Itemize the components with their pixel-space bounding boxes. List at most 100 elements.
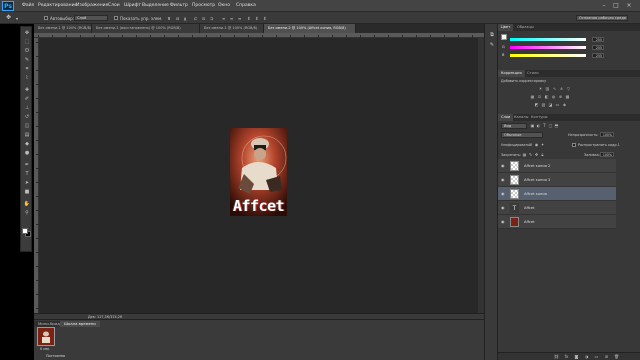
filter-shape-icon[interactable]: ▢ — [548, 123, 553, 128]
add-mask-icon[interactable]: ◙ — [574, 354, 579, 359]
maximize-icon[interactable]: □ — [612, 2, 620, 9]
menu-filter[interactable]: Фильтр — [170, 3, 188, 8]
tab-styles[interactable]: Стили — [524, 70, 542, 77]
green-value[interactable]: 255 — [592, 45, 604, 50]
menu-help[interactable]: Справка — [236, 3, 256, 8]
selective-color-icon[interactable]: ◈ — [562, 102, 567, 107]
minimize-icon[interactable]: – — [600, 2, 608, 9]
align-bottom-icon[interactable]: ⫫ — [184, 16, 186, 21]
visibility-eye-icon[interactable]: ◉ — [501, 191, 505, 196]
distribute-top-icon[interactable]: ≡ — [222, 16, 225, 21]
layer-kind-filter[interactable]: Вид — [501, 123, 527, 129]
shape-icon[interactable]: ■ — [23, 189, 31, 195]
unify-visibility-icon[interactable]: ◉ — [534, 142, 539, 147]
hue-saturation-icon[interactable]: ▦ — [530, 94, 535, 99]
eyedropper-icon[interactable]: ⌇ — [23, 75, 31, 81]
tab-paths[interactable]: Контуры — [528, 114, 550, 121]
document-artwork[interactable]: Affcet — [230, 128, 287, 216]
visibility-eye-icon[interactable]: ◉ — [501, 177, 505, 182]
posterize-icon[interactable]: ▨ — [541, 102, 546, 107]
lasso-icon[interactable]: ʘ — [23, 48, 31, 54]
green-gradient[interactable] — [510, 46, 586, 49]
new-group-icon[interactable]: ▭ — [594, 354, 599, 359]
stamp-icon[interactable]: ⊥ — [23, 105, 31, 111]
red-value[interactable]: 255 — [592, 37, 604, 42]
color-balance-icon[interactable]: ⚖ — [537, 94, 542, 99]
trash-icon[interactable]: 🗑︎ — [614, 354, 619, 359]
doc-tab[interactable]: Без имени-1 @ 100% (RGB/8) — [34, 24, 92, 33]
blue-value[interactable]: 255 — [592, 53, 604, 58]
layer-row[interactable]: ◉ T Affcet — [498, 201, 616, 215]
threshold-icon[interactable]: ◪ — [548, 102, 553, 107]
align-left-icon[interactable]: ⊏ — [194, 16, 197, 21]
layer-name[interactable]: Affcet — [524, 220, 535, 224]
menu-type[interactable]: Шрифт — [124, 3, 141, 8]
type-icon[interactable]: T — [23, 171, 31, 177]
properties-panel-icon[interactable]: ✎ — [488, 42, 496, 49]
hand-icon[interactable]: ✋ — [23, 201, 31, 207]
brightness-icon[interactable]: ☀ — [538, 86, 543, 91]
exposure-icon[interactable]: ± — [559, 86, 564, 91]
lock-transparent-icon[interactable]: ▦ — [522, 152, 527, 157]
layer-name[interactable]: Affcet копия 3 — [524, 178, 550, 182]
visibility-eye-icon[interactable]: ◉ — [501, 219, 505, 224]
opacity-input[interactable]: 100% — [600, 132, 614, 137]
close-icon[interactable]: × — [625, 2, 633, 9]
curves-icon[interactable]: ∿ — [552, 86, 557, 91]
tool-preset-chevron-icon[interactable]: ▾ — [16, 16, 18, 21]
lock-all-icon[interactable]: 🔒︎ — [540, 152, 545, 157]
quick-select-icon[interactable]: ✎ — [23, 57, 31, 63]
menu-window[interactable]: Окно — [218, 3, 230, 8]
fill-input[interactable]: 100% — [600, 152, 614, 157]
propagate-frame-checkbox[interactable] — [572, 143, 576, 147]
filter-smart-icon[interactable]: ⬒ — [554, 123, 559, 128]
lock-position-icon[interactable]: ✥ — [534, 152, 539, 157]
channel-mixer-icon[interactable]: ⊕ — [558, 94, 563, 99]
vibrance-icon[interactable]: ▽ — [566, 86, 571, 91]
filter-adjust-icon[interactable]: ◐ — [536, 123, 541, 128]
zoom-icon[interactable]: ⚲ — [23, 210, 31, 216]
levels-icon[interactable]: ▥ — [545, 86, 550, 91]
align-top-icon[interactable]: ⫪ — [168, 16, 170, 21]
layer-name[interactable]: Affcet — [524, 206, 535, 210]
red-gradient[interactable] — [510, 38, 586, 41]
tab-timeline[interactable]: Шкала времени — [60, 321, 100, 327]
eraser-icon[interactable]: ◫ — [23, 123, 31, 129]
photo-filter-icon[interactable]: ◍ — [551, 94, 556, 99]
menu-edit[interactable]: Редактирование — [38, 3, 77, 8]
black-white-icon[interactable]: ◧ — [544, 94, 549, 99]
filter-type-icon[interactable]: T — [542, 123, 547, 128]
transform-controls-checkbox[interactable] — [114, 16, 118, 20]
filter-pixel-icon[interactable]: ▣ — [530, 123, 535, 128]
align-middle-icon[interactable]: ⊟ — [176, 16, 179, 21]
menu-image[interactable]: Изображение — [76, 3, 108, 8]
healing-icon[interactable]: ✚ — [23, 87, 31, 93]
lock-pixels-icon[interactable]: ✎ — [528, 152, 533, 157]
menu-file[interactable]: Файл — [22, 3, 34, 8]
marquee-icon[interactable]: ⬚ — [23, 39, 31, 45]
history-panel-icon[interactable]: ⧉ — [488, 32, 496, 39]
dodge-icon[interactable]: ● — [23, 150, 31, 156]
blue-gradient[interactable] — [510, 54, 586, 57]
gradient-icon[interactable]: ▤ — [23, 132, 31, 138]
distribute-center-icon[interactable]: ⦀ — [256, 16, 258, 21]
doc-tab[interactable]: Без имени-1 @ 100% (RGB/8) — [200, 24, 264, 33]
new-adjustment-icon[interactable]: ◑ — [584, 354, 589, 359]
layer-row[interactable]: ◉ Affcet копия 2 — [498, 159, 616, 173]
foreground-color-swatch[interactable] — [22, 228, 28, 234]
doc-tab[interactable]: Без имени-1 (восстановлено) @ 100% (RGB/… — [92, 24, 200, 33]
distribute-left-icon[interactable]: ⦀ — [248, 16, 250, 21]
distribute-bottom-icon[interactable]: ≡ — [238, 16, 241, 21]
layer-row[interactable]: ◉ Affcet — [498, 215, 616, 229]
tab-swatches[interactable]: Образцы — [514, 24, 537, 31]
color-lookup-icon[interactable]: ▩ — [565, 94, 570, 99]
move-icon[interactable]: ✥ — [23, 30, 31, 36]
visibility-eye-icon[interactable]: ◉ — [501, 163, 505, 168]
menu-layers[interactable]: Слои — [108, 3, 120, 8]
loop-mode-dropdown[interactable]: Постоянно — [46, 354, 65, 358]
blur-icon[interactable]: ◆ — [23, 141, 31, 147]
doc-tab-active[interactable]: Без имени-2 @ 100% (Affcet копия, RGB/8) — [264, 24, 356, 33]
blend-mode-dropdown[interactable]: Обычные — [501, 132, 543, 138]
autoselect-checkbox[interactable] — [44, 16, 48, 20]
layer-row[interactable]: ◉ Affcet копия 3 — [498, 173, 616, 187]
